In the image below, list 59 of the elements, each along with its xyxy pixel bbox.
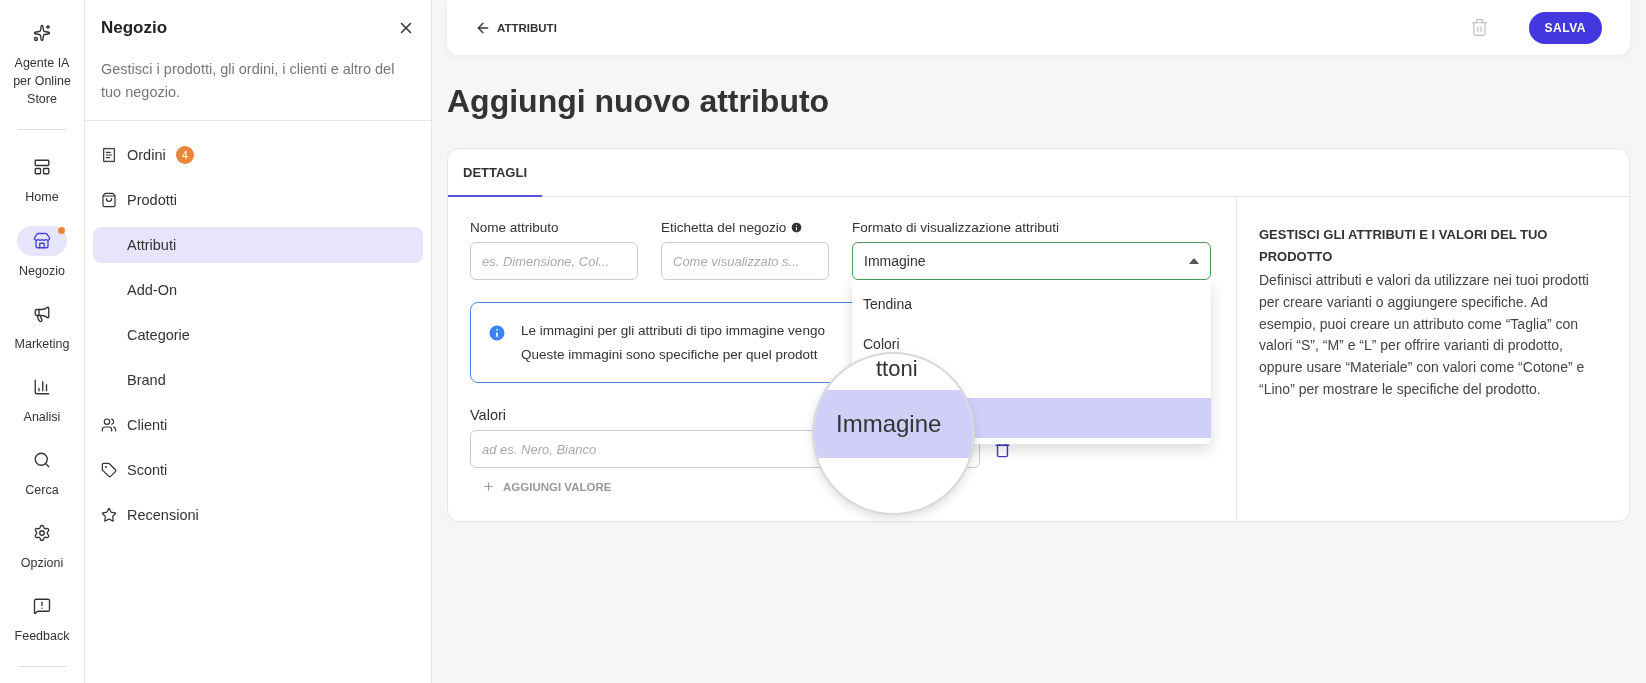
magnified-option: Immagine — [814, 390, 973, 458]
text-field[interactable]: es. Dimensione, Col... — [470, 242, 638, 280]
format-select[interactable]: Immagine — [852, 242, 1211, 280]
notice-text: Queste immagini sono specifiche per quel prodott — [521, 347, 819, 362]
nav-item[interactable]: Brand — [93, 362, 423, 399]
nav-label: Sconti — [127, 462, 168, 479]
panel-title: Negozio — [101, 18, 168, 38]
nav-item[interactable]: Attributi — [93, 227, 423, 264]
people-icon — [101, 417, 117, 434]
help-title: GESTISCI GLI ATTRIBUTI E I VALORI DEL TUO PRODOTTO — [1259, 226, 1549, 267]
nav-item[interactable]: Sconti — [93, 452, 423, 489]
help-text: Definisci attributi e valori da utilizzare nei tuoi prodotti per creare varianti o aggiungere specifiche. Ad esempio, puoi creare un attributo come “Taglia” con valori “S”, “M” e “L” per offrire varianti di prodotto, oppure usare “Materiale” con valori come “Cotone” e “Lino” per mostrare le specifiche del prodotto. — [1259, 271, 1590, 399]
rail-label[interactable]: Home — [25, 188, 59, 207]
search-icon — [33, 450, 51, 469]
nav-label: Recensioni — [127, 507, 199, 524]
star-icon — [101, 507, 117, 524]
tag-icon — [101, 462, 117, 479]
nav-item[interactable]: Recensioni — [93, 497, 423, 534]
sparkle-icon — [33, 24, 51, 42]
info-icon[interactable] — [790, 221, 804, 234]
feedback-icon — [33, 597, 51, 616]
dropdown-option[interactable]: Tendina — [852, 284, 1211, 324]
text-field[interactable]: Come visualizzato s... — [661, 242, 829, 280]
count-badge: 4 — [175, 146, 194, 165]
store-icon — [33, 231, 51, 250]
settings-icon — [33, 524, 51, 542]
plus-icon — [482, 480, 495, 493]
save-button[interactable]: SALVA — [1528, 11, 1602, 44]
rail-label[interactable]: Negozio — [19, 261, 65, 280]
megaphone-icon — [33, 304, 51, 323]
field-label: Formato di visualizzazione attributi — [852, 220, 1060, 235]
notice-text: Le immagini per gli attributi di tipo immagine vengo — [521, 323, 825, 338]
info-icon — [487, 323, 507, 343]
rail-label[interactable]: Cerca — [25, 480, 59, 499]
nav-item[interactable]: Add-On — [93, 272, 423, 309]
chart-icon — [33, 377, 51, 396]
back-link[interactable]: ATTRIBUTI — [475, 19, 557, 36]
nav-item[interactable]: Categorie — [93, 317, 423, 354]
bag-icon — [101, 192, 117, 209]
field-label: Etichetta del negozio — [661, 220, 787, 235]
nav-item[interactable]: Clienti — [93, 407, 423, 444]
rail-icon-button[interactable] — [17, 225, 67, 256]
rail-label[interactable]: Feedback — [14, 627, 70, 646]
rail-label[interactable]: Agente IA per Online Store — [7, 54, 77, 109]
tab[interactable]: DETTAGLI — [448, 149, 543, 197]
field-label: Valori — [470, 407, 507, 423]
nav-label: Clienti — [127, 417, 168, 434]
field-label: Nome attributo — [470, 220, 559, 235]
page-title: Aggiungi nuovo attributo — [447, 83, 831, 120]
receipt-icon — [101, 147, 117, 164]
rail-label[interactable]: Analisi — [23, 407, 61, 426]
home-icon — [33, 158, 51, 177]
nav-item[interactable]: Ordini 4 — [93, 137, 423, 174]
nav-item[interactable]: Prodotti — [93, 182, 423, 219]
nav-label: Ordini — [127, 147, 166, 164]
nav-label: Prodotti — [127, 192, 177, 209]
panel-description: Gestisci i prodotti, gli ordini, i clienti e altro del tuo negozio. — [101, 60, 396, 103]
rail-label[interactable]: Opzioni — [20, 554, 64, 573]
rail-label[interactable]: Marketing — [14, 334, 70, 353]
